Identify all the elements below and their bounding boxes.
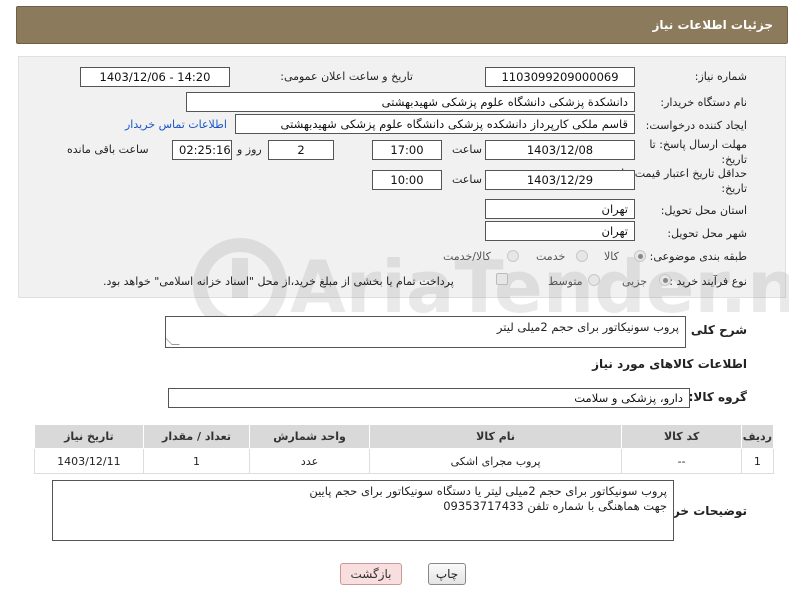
- price-validity-label: حداقل تاریخ اعتبار قیمت: تا: [621, 167, 747, 180]
- buyer-notes-line1: پروب سونیکاتور برای حجم 2میلی لیتر یا دس…: [309, 484, 667, 498]
- cell-unit: عدد: [249, 448, 370, 474]
- col-header-code: کد کالا: [621, 424, 742, 449]
- reply-deadline-time-label: ساعت: [452, 143, 482, 156]
- announce-datetime-label: تاریخ و ساعت اعلان عمومی:: [280, 70, 413, 83]
- col-header-date: تاریخ نیاز: [34, 424, 144, 449]
- cell-row: 1: [740, 448, 775, 474]
- table-row: 1 -- پروب مجرای اشکی عدد 1 1403/12/11: [34, 448, 775, 474]
- col-header-row: ردیف: [740, 424, 775, 449]
- col-header-qty: تعداد / مقدار: [142, 424, 251, 449]
- category-radio-goods-service[interactable]: [507, 250, 519, 262]
- buyer-notes-textarea[interactable]: پروب سونیکاتور برای حجم 2میلی لیتر یا دس…: [52, 480, 674, 541]
- province-label: استان محل تحویل:: [660, 204, 747, 217]
- category-option-goods-service: کالا/خدمت: [443, 250, 491, 263]
- buyer-org-field: دانشکدة پزشکی دانشگاه علوم پزشکی شهیدبهش…: [186, 92, 635, 112]
- process-option-medium: متوسط: [548, 275, 583, 288]
- category-option-service: خدمت: [536, 250, 566, 263]
- page-title: جزئیات اطلاعات نیاز: [652, 18, 773, 32]
- buyer-notes-line2: جهت هماهنگی با شماره تلفن 09353717433: [443, 499, 667, 513]
- reply-deadline-label-date: تاریخ:: [721, 153, 747, 166]
- city-field: تهران: [485, 221, 635, 241]
- reply-days-field: 2: [268, 140, 334, 160]
- print-button[interactable]: چاپ: [428, 563, 466, 585]
- cell-date: 1403/12/11: [34, 448, 144, 474]
- goods-info-title: اطلاعات کالاهای مورد نیاز: [592, 357, 747, 371]
- reply-deadline-time-field: 17:00: [372, 140, 442, 160]
- process-radio-medium[interactable]: [588, 274, 600, 286]
- description-textarea[interactable]: پروب سونیکاتور برای حجم 2میلی لیتر: [165, 316, 686, 348]
- cell-name: پروب مجرای اشکی: [368, 448, 623, 474]
- need-number-field: 1103099209000069: [485, 67, 635, 87]
- col-header-name: نام کالا: [368, 424, 623, 449]
- reply-days-label: روز و: [237, 143, 262, 156]
- cell-qty: 1: [142, 448, 251, 474]
- table-header-row: ردیف کد کالا نام کالا واحد شمارش تعداد /…: [34, 424, 775, 449]
- goods-group-field: دارو، پزشکی و سلامت: [168, 388, 690, 408]
- goods-table: ردیف کد کالا نام کالا واحد شمارش تعداد /…: [34, 424, 775, 474]
- reply-deadline-date-field: 1403/12/08: [485, 140, 635, 160]
- requester-field: قاسم ملکی کارپرداز دانشکده پزشکی دانشگاه…: [235, 114, 635, 134]
- goods-group-label: گروه کالا:: [688, 390, 747, 404]
- back-button[interactable]: بازگشت: [340, 563, 402, 585]
- category-option-goods: کالا: [604, 250, 619, 263]
- page-header: جزئیات اطلاعات نیاز: [16, 6, 788, 44]
- remaining-time-label: ساعت باقی مانده: [67, 143, 149, 156]
- process-radio-minor[interactable]: [659, 274, 671, 286]
- process-option-minor: جزیی: [622, 275, 648, 288]
- price-validity-time-label: ساعت: [452, 173, 482, 186]
- cell-code: --: [621, 448, 742, 474]
- need-number-label: شماره نیاز:: [694, 70, 747, 83]
- resize-grip-icon[interactable]: [166, 337, 180, 345]
- treasury-payment-note: پرداخت تمام یا بخشی از مبلغ خرید،از محل …: [103, 275, 454, 288]
- category-radio-goods[interactable]: [634, 250, 646, 262]
- reply-deadline-label: مهلت ارسال پاسخ: تا: [649, 138, 747, 151]
- remaining-time-field: 02:25:16: [172, 140, 232, 160]
- buyer-contact-link[interactable]: اطلاعات تماس خریدار: [125, 118, 227, 131]
- category-radio-service[interactable]: [576, 250, 588, 262]
- province-field: تهران: [485, 199, 635, 219]
- announce-datetime-field: 1403/12/06 - 14:20: [80, 67, 230, 87]
- col-header-unit: واحد شمارش: [249, 424, 370, 449]
- price-validity-label-date: تاریخ:: [721, 182, 747, 195]
- requester-label: ایجاد کننده درخواست:: [645, 119, 747, 132]
- buyer-org-label: نام دستگاه خریدار:: [660, 96, 747, 109]
- description-text: پروب سونیکاتور برای حجم 2میلی لیتر: [496, 320, 679, 334]
- price-validity-time-field: 10:00: [372, 170, 442, 190]
- price-validity-date-field: 1403/12/29: [485, 170, 635, 190]
- treasury-payment-checkbox[interactable]: [496, 273, 508, 285]
- purchase-process-label: نوع فرآیند خرید :: [669, 275, 747, 288]
- category-label: طبقه بندی موضوعی:: [649, 250, 747, 263]
- city-label: شهر محل تحویل:: [667, 227, 747, 240]
